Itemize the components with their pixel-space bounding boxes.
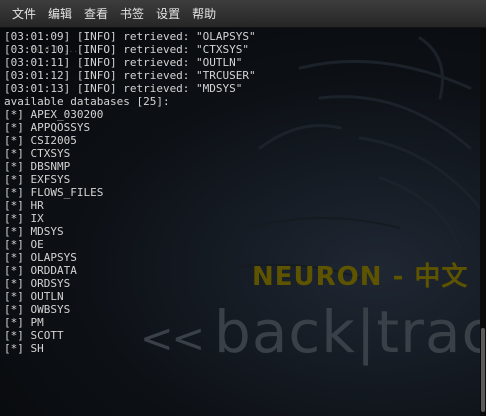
terminal-line: [*] APEX_030200	[4, 108, 104, 121]
terminal-scrollbar[interactable]	[480, 28, 486, 416]
terminal-line: [*] OLAPSYS	[4, 251, 77, 264]
terminal-line: [03:01:09] [INFO] retrieved: "OLAPSYS"	[4, 30, 256, 43]
terminal-line: available databases [25]:	[4, 95, 170, 108]
menu-help[interactable]: 帮助	[186, 0, 222, 28]
terminal-line: [*] OWBSYS	[4, 303, 71, 316]
menu-bar: 文件 编辑 查看 书签 设置 帮助	[0, 0, 486, 28]
terminal-output: [03:01:09] [INFO] retrieved: "OLAPSYS" [0…	[4, 30, 256, 355]
terminal-line: [*] IX	[4, 212, 44, 225]
terminal-line: [*] OUTLN	[4, 290, 64, 303]
terminal-line: [*] DBSNMP	[4, 160, 71, 173]
terminal-line: [*] CTXSYS	[4, 147, 71, 160]
terminal-line: [03:01:10] [INFO] retrieved: "CTXSYS"	[4, 43, 250, 56]
terminal-line: [*] ORDSYS	[4, 277, 71, 290]
menu-view[interactable]: 查看	[78, 0, 114, 28]
terminal-line: [03:01:13] [INFO] retrieved: "MDSYS"	[4, 82, 243, 95]
terminal-line: [*] APPQOSSYS	[4, 121, 91, 134]
terminal-line: [*] SCOTT	[4, 329, 64, 342]
terminal-line: [*] FLOWS_FILES	[4, 186, 104, 199]
terminal-line: [*] CSI2005	[4, 134, 77, 147]
menu-edit[interactable]: 编辑	[42, 0, 78, 28]
terminal-line: [*] EXFSYS	[4, 173, 71, 186]
terminal-line: [*] OE	[4, 238, 44, 251]
terminal-line: [*] HR	[4, 199, 44, 212]
wallpaper-brand-text: NEURON - 中文	[252, 262, 469, 292]
menu-file[interactable]: 文件	[6, 0, 42, 28]
terminal-area[interactable]: NEURON - 中文 << back|trac Ts_d Ty... [03:…	[0, 28, 486, 416]
terminal-line: [*] SH	[4, 342, 44, 355]
terminal-line: [*] ORDDATA	[4, 264, 77, 277]
scrollbar-thumb[interactable]	[481, 328, 485, 412]
terminal-line: [*] MDSYS	[4, 225, 64, 238]
menu-bookmarks[interactable]: 书签	[114, 0, 150, 28]
terminal-line: [03:01:12] [INFO] retrieved: "TRCUSER"	[4, 69, 256, 82]
menu-settings[interactable]: 设置	[150, 0, 186, 28]
terminal-line: [*] PM	[4, 316, 44, 329]
terminal-line: [03:01:11] [INFO] retrieved: "OUTLN"	[4, 56, 243, 69]
